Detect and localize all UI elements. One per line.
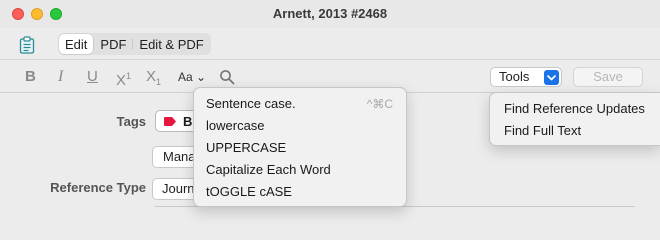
- change-case-label: Aa: [178, 70, 193, 84]
- change-case-menu-button[interactable]: Aa ⌄: [178, 70, 206, 84]
- superscript-button[interactable]: X1: [116, 68, 131, 89]
- menu-item-find-full-text[interactable]: Find Full Text: [490, 120, 660, 142]
- menu-item-find-reference-updates[interactable]: Find Reference Updates: [490, 98, 660, 120]
- tools-menu: Find Reference Updates Find Full Text: [489, 92, 660, 146]
- mode-pdf-tab[interactable]: PDF: [94, 34, 132, 54]
- mode-edit-and-pdf-tab[interactable]: Edit & PDF: [133, 34, 209, 54]
- tags-label: Tags: [116, 114, 146, 129]
- view-mode-segmented-control: Edit PDF Edit & PDF: [58, 33, 211, 55]
- reference-type-label: Reference Type: [50, 180, 146, 195]
- menu-item-capitalize-each-word[interactable]: Capitalize Each Word: [194, 159, 406, 181]
- tools-label: Tools: [499, 69, 530, 84]
- tools-popup-button[interactable]: Tools: [490, 67, 562, 87]
- italic-button[interactable]: I: [58, 68, 63, 86]
- chevron-down-icon: ⌄: [196, 70, 207, 84]
- clipboard-icon[interactable]: [19, 36, 35, 54]
- search-icon[interactable]: [219, 69, 235, 85]
- chevron-down-icon: [544, 70, 559, 85]
- reference-editor-window: Arnett, 2013 #2468 Edit PDF Edit & PDF B…: [0, 0, 660, 208]
- change-case-menu: Sentence case. ^⌘C lowercase UPPERCASE C…: [193, 87, 407, 207]
- save-button[interactable]: Save: [573, 67, 643, 87]
- window-title: Arnett, 2013 #2468: [272, 6, 388, 21]
- tag-icon: [164, 117, 176, 126]
- keyboard-shortcut: ^⌘C: [366, 97, 393, 111]
- tag-value: B: [183, 114, 193, 129]
- menu-item-lowercase[interactable]: lowercase: [194, 115, 406, 137]
- mode-edit-tab[interactable]: Edit: [59, 34, 94, 54]
- menu-item-toggle-case[interactable]: tOGGLE cASE: [194, 181, 406, 203]
- menu-item-sentence-case[interactable]: Sentence case. ^⌘C: [194, 93, 406, 115]
- superscript-label: X: [116, 72, 127, 89]
- underline-button[interactable]: U: [87, 68, 98, 85]
- subscript-mark: 1: [156, 77, 162, 87]
- subscript-button[interactable]: X1: [146, 68, 161, 88]
- subscript-label: X: [146, 68, 157, 85]
- title-bar: Arnett, 2013 #2468: [0, 0, 660, 28]
- bold-button[interactable]: B: [25, 68, 36, 85]
- menu-item-label: Sentence case.: [206, 96, 296, 111]
- mode-bar: Edit PDF Edit & PDF: [0, 28, 660, 60]
- superscript-mark: 1: [126, 71, 132, 81]
- menu-item-uppercase[interactable]: UPPERCASE: [194, 137, 406, 159]
